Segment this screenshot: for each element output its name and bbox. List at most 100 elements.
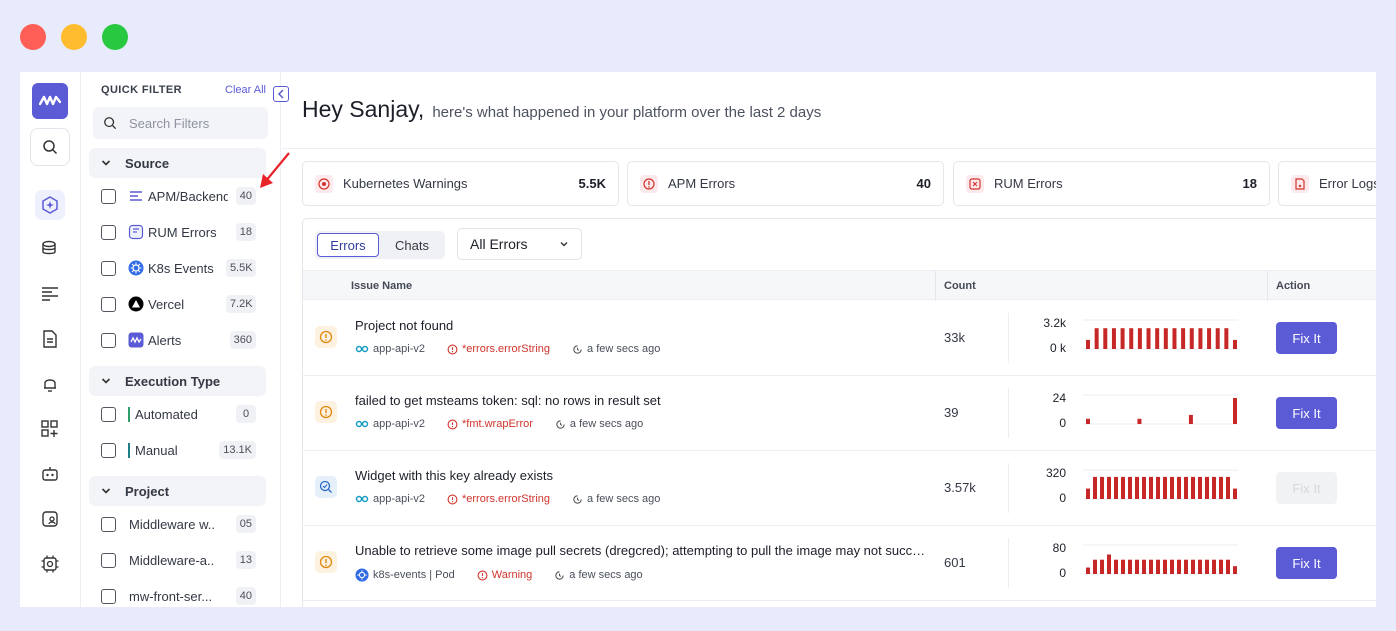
close-window-button[interactable]	[20, 24, 46, 50]
fix-it-button[interactable]: Fix It	[1276, 472, 1337, 504]
time-ago: a few secs ago	[587, 343, 661, 355]
filter-item-vercel[interactable]: Vercel 7.2K	[101, 293, 256, 315]
document-icon	[43, 330, 57, 348]
sparkline-chart	[1083, 394, 1238, 425]
filter-item-project-1[interactable]: Middleware w... 05	[101, 513, 256, 535]
bell-icon	[44, 379, 56, 392]
sparkline-max: 80	[1052, 541, 1066, 555]
filter-search-input[interactable]	[129, 115, 249, 131]
table-row[interactable]: Widget with this key already exists app-a…	[303, 451, 1376, 526]
clear-all-link[interactable]: Clear All	[225, 84, 266, 96]
filter-item-rum[interactable]: RUM Errors 18	[101, 221, 256, 243]
sparkline-bar	[1226, 476, 1230, 499]
sparkline-max: 320	[1045, 466, 1066, 480]
issue-count: 601	[944, 555, 966, 570]
sparkline-bar	[1142, 476, 1146, 499]
summary-card-kubernetes[interactable]: Kubernetes Warnings 5.5K	[302, 161, 619, 206]
rail-infrastructure-button[interactable]	[35, 234, 65, 264]
filter-item-k8s[interactable]: K8s Events 5.5K	[101, 257, 256, 279]
sparkline-bar	[1215, 328, 1220, 349]
sparkline-bar	[1128, 476, 1132, 499]
sparkline-bar	[1137, 328, 1142, 349]
issue-name[interactable]: Project not found	[355, 318, 930, 333]
rail-search-button[interactable]	[30, 128, 70, 166]
rail-dashboards-button[interactable]	[35, 414, 65, 444]
issue-name[interactable]: Unable to retrieve some image pull secre…	[355, 543, 930, 558]
rail-logs-button[interactable]	[35, 279, 65, 309]
column-divider	[935, 271, 936, 301]
fix-it-button[interactable]: Fix It	[1276, 397, 1337, 429]
group-execution-type[interactable]: Execution Type	[89, 366, 266, 396]
filter-count: 05	[235, 515, 256, 533]
filter-count: 40	[235, 587, 256, 605]
checkbox[interactable]	[101, 406, 116, 422]
checkbox[interactable]	[101, 516, 116, 532]
checkbox[interactable]	[101, 224, 116, 240]
summary-card-rum[interactable]: RUM Errors 18	[953, 161, 1270, 206]
filter-item-project-2[interactable]: Middleware-a... 13	[101, 549, 256, 571]
sparkline-bar	[1103, 328, 1108, 349]
minimize-window-button[interactable]	[61, 24, 87, 50]
maximize-window-button[interactable]	[102, 24, 128, 50]
summary-card-error-logs[interactable]: Error Logs	[1278, 161, 1376, 206]
filter-count: 40	[235, 187, 256, 205]
group-project[interactable]: Project	[89, 476, 266, 506]
table-row[interactable]: Unable to retrieve some image pull secre…	[303, 526, 1376, 601]
time-ago: a few secs ago	[587, 493, 661, 505]
vercel-icon	[128, 296, 144, 312]
filter-label: K8s Events	[148, 260, 214, 276]
filter-label: Automated	[135, 406, 198, 422]
checkbox[interactable]	[101, 552, 116, 568]
filter-item-apm[interactable]: APM/Backend 40	[101, 185, 256, 207]
view-toggle: Errors Chats	[315, 231, 445, 259]
type-color-marker	[128, 442, 130, 458]
sparkline-bar	[1093, 476, 1097, 499]
sparkline-bar	[1121, 476, 1125, 499]
sparkline-bar	[1121, 559, 1125, 574]
rail-ai-button[interactable]	[35, 459, 65, 489]
table-row[interactable]: Project not found app-api-v2 *errors.error…	[303, 301, 1376, 376]
chevron-down-icon	[101, 378, 111, 384]
filter-item-automated[interactable]: Automated 0	[101, 403, 256, 425]
checkbox[interactable]	[101, 296, 116, 312]
sparkline-bar	[1233, 398, 1237, 424]
logo-icon[interactable]	[32, 83, 68, 119]
issue-name[interactable]: failed to get msteams token: sql: no row…	[355, 393, 930, 408]
sparkline-bar	[1170, 476, 1174, 499]
sparkline-bar	[1137, 418, 1142, 424]
error-log-icon	[1291, 174, 1309, 193]
fix-it-button[interactable]: Fix It	[1276, 547, 1337, 579]
rail-alerts-button[interactable]	[35, 369, 65, 399]
service-name: app-api-v2	[373, 343, 425, 355]
sparkline-max: 24	[1052, 391, 1066, 405]
tab-chats[interactable]: Chats	[381, 233, 443, 257]
filter-search-box[interactable]	[93, 107, 268, 139]
tab-errors[interactable]: Errors	[317, 233, 379, 257]
group-source[interactable]: Source	[89, 148, 266, 178]
issue-meta: app-api-v2 *fmt.wrapError a few secs ago	[355, 418, 643, 430]
checkbox[interactable]	[101, 260, 116, 276]
chevron-down-icon	[560, 242, 568, 247]
checkbox[interactable]	[101, 442, 116, 458]
issue-name[interactable]: Widget with this key already exists	[355, 468, 930, 483]
filter-item-manual[interactable]: Manual 13.1K	[101, 439, 256, 461]
filter-item-alerts[interactable]: Alerts 360	[101, 329, 256, 351]
checkbox[interactable]	[101, 332, 116, 348]
checkbox[interactable]	[101, 588, 116, 604]
sparkline-bar	[1184, 476, 1188, 499]
sparkline-bar	[1177, 476, 1181, 499]
sparkline-bar	[1107, 554, 1111, 574]
filter-item-project-3[interactable]: mw-front-ser... 40	[101, 585, 256, 607]
summary-card-apm[interactable]: APM Errors 40	[627, 161, 944, 206]
rail-settings-button[interactable]	[35, 549, 65, 579]
fix-it-button[interactable]: Fix It	[1276, 322, 1337, 354]
sparkline-chart	[1083, 469, 1238, 500]
rail-home-button[interactable]	[35, 190, 65, 220]
robot-icon	[42, 467, 58, 481]
database-icon	[42, 240, 56, 255]
checkbox[interactable]	[101, 188, 116, 204]
table-row[interactable]: failed to get msteams token: sql: no row…	[303, 376, 1376, 451]
rail-users-button[interactable]	[35, 504, 65, 534]
error-type-dropdown[interactable]: All Errors	[457, 228, 582, 260]
rail-documents-button[interactable]	[35, 324, 65, 354]
